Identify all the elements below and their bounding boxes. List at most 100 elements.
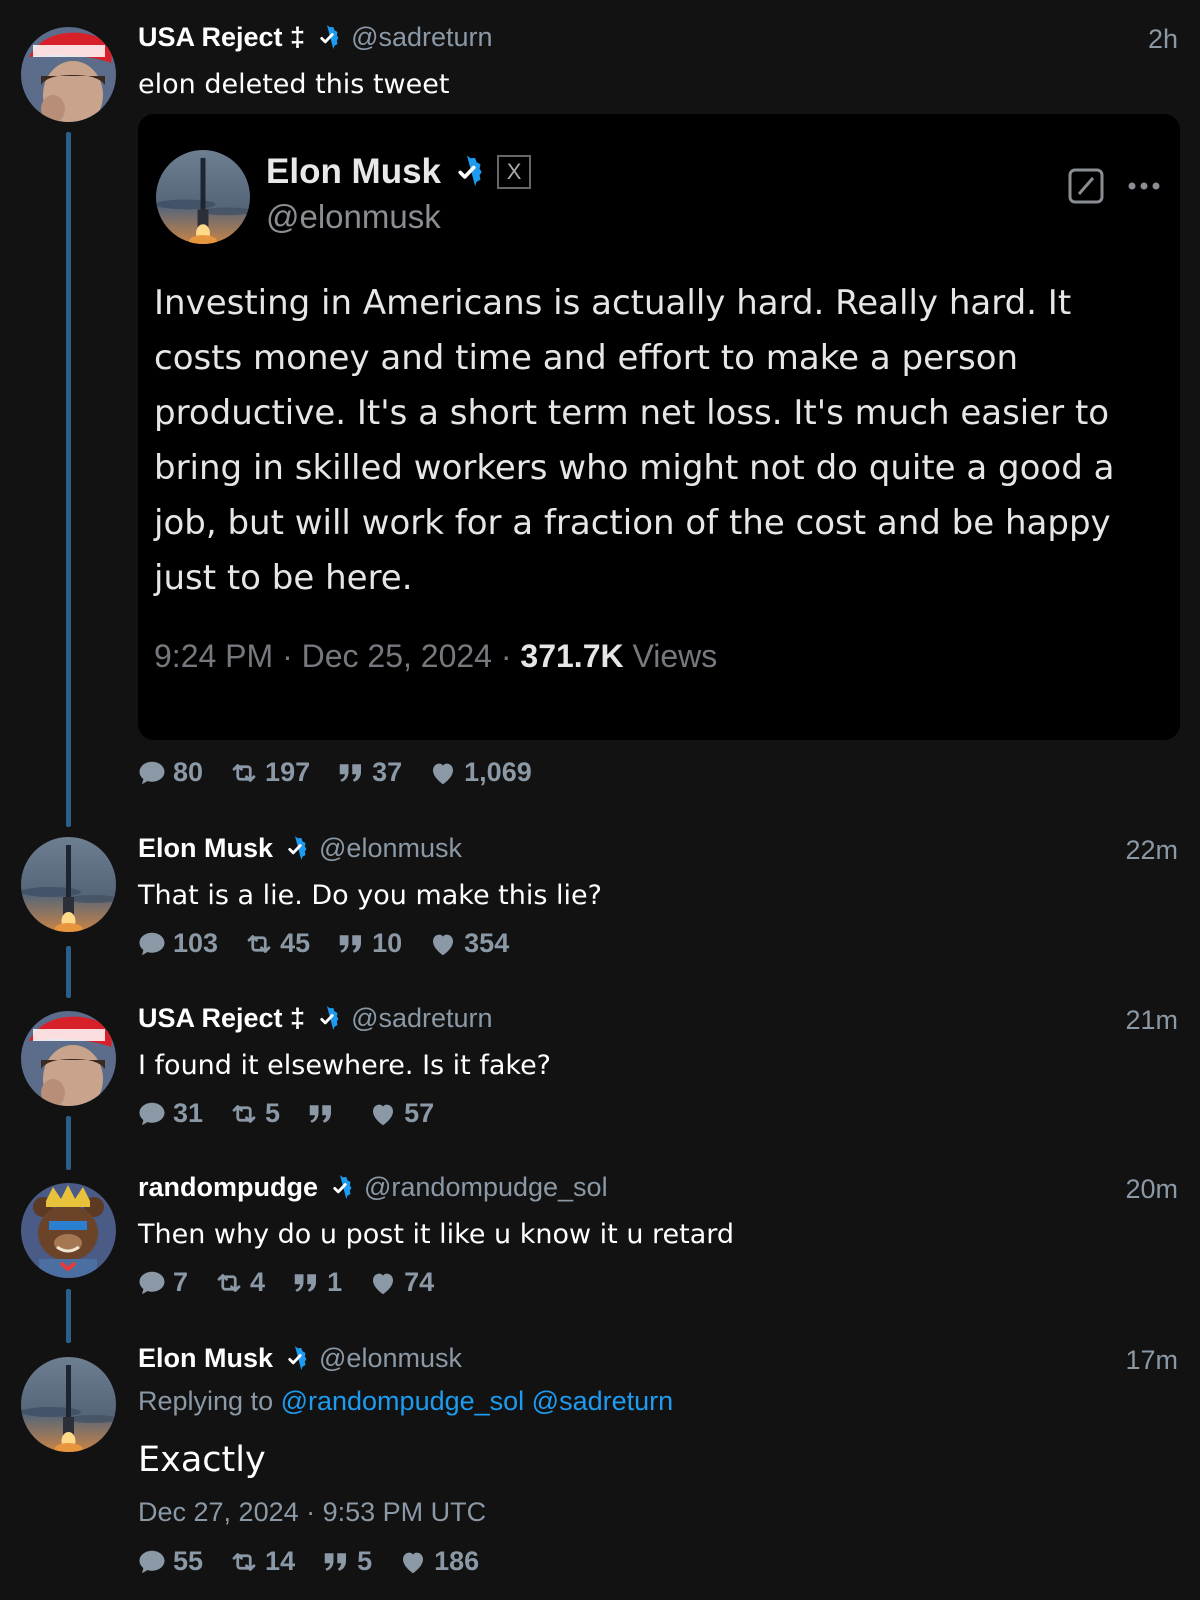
- tweet-header: Elon Musk @elonmusk: [138, 1343, 462, 1374]
- retweet-icon: [229, 758, 259, 788]
- retweet-count: 14: [265, 1546, 296, 1576]
- reply-button[interactable]: 80: [137, 757, 203, 788]
- tweet-focused[interactable]: Elon Musk @elonmusk 17m Replying to @ran…: [0, 1330, 1200, 1600]
- quote-button[interactable]: 5: [321, 1546, 372, 1577]
- tweet-stats: 80 197 37 1,069: [137, 757, 558, 788]
- like-button[interactable]: 186: [398, 1546, 479, 1577]
- like-count: 1,069: [464, 757, 532, 787]
- mention-link[interactable]: @randompudge_sol: [281, 1386, 525, 1416]
- timestamp[interactable]: 21m: [1125, 1005, 1178, 1036]
- display-name[interactable]: Elon Musk: [138, 833, 273, 864]
- retweet-icon: [214, 1268, 244, 1298]
- tweet-date[interactable]: Dec 27, 2024 · 9:53 PM UTC: [138, 1497, 486, 1528]
- embed-username: @elonmusk: [266, 198, 441, 235]
- username[interactable]: @elonmusk: [319, 1343, 462, 1374]
- username[interactable]: @randompudge_sol: [364, 1172, 608, 1203]
- verified-icon: [313, 24, 341, 52]
- quote-count: 37: [372, 757, 403, 787]
- like-button[interactable]: 1,069: [428, 757, 532, 788]
- like-button[interactable]: 74: [368, 1267, 434, 1298]
- username[interactable]: @sadreturn: [351, 1003, 492, 1034]
- like-icon: [428, 758, 458, 788]
- embed-toolbar: [1068, 168, 1162, 204]
- retweet-button[interactable]: 4: [214, 1267, 265, 1298]
- replying-prefix: Replying to: [138, 1386, 281, 1416]
- retweet-icon: [229, 1099, 259, 1129]
- starship-avatar[interactable]: [21, 1357, 116, 1452]
- retweet-count: 45: [280, 928, 311, 958]
- quote-button[interactable]: 37: [336, 757, 402, 788]
- maga-hat-avatar[interactable]: [21, 27, 116, 122]
- verified-icon: [326, 1174, 354, 1202]
- quote-icon: [291, 1268, 321, 1298]
- reply-button[interactable]: 31: [137, 1098, 203, 1129]
- tweet-stats: 7 4 1 74: [137, 1267, 460, 1298]
- quote-button[interactable]: 1: [291, 1267, 342, 1298]
- like-icon: [368, 1268, 398, 1298]
- like-count: 74: [404, 1267, 435, 1297]
- timestamp[interactable]: 22m: [1125, 835, 1178, 866]
- retweet-button[interactable]: 45: [244, 928, 310, 959]
- tweet-header: USA Reject ‡ @sadreturn: [138, 1003, 493, 1034]
- embed-meta: 9:24 PM · Dec 25, 2024 · 371.7K Views: [154, 638, 717, 675]
- username[interactable]: @elonmusk: [319, 833, 462, 864]
- embed-views-count: 371.7K: [520, 638, 624, 674]
- tweet[interactable]: Elon Musk @elonmusk 22m That is a lie. D…: [0, 820, 1200, 990]
- display-name[interactable]: USA Reject ‡: [138, 22, 305, 53]
- more-icon: [1128, 182, 1160, 190]
- tweet[interactable]: USA Reject ‡ @sadreturn 21m I found it e…: [0, 990, 1200, 1160]
- reply-count: 7: [173, 1267, 189, 1297]
- reply-count: 55: [173, 1546, 204, 1576]
- quote-count: 1: [327, 1267, 343, 1297]
- embed-date: 9:24 PM · Dec 25, 2024 ·: [154, 638, 521, 674]
- retweet-count: 4: [250, 1267, 266, 1297]
- embed-display-name: Elon Musk X: [266, 152, 532, 192]
- tweet-stats: 55 14 5 186: [137, 1546, 505, 1577]
- quote-icon: [336, 929, 366, 959]
- display-name[interactable]: randompudge: [138, 1172, 318, 1203]
- retweet-button[interactable]: 14: [229, 1546, 295, 1577]
- retweet-icon: [244, 929, 274, 959]
- quote-button[interactable]: [306, 1099, 342, 1129]
- quote-button[interactable]: 10: [336, 928, 402, 959]
- embedded-screenshot[interactable]: Elon Musk X @elonmusk Investing in Ameri…: [138, 114, 1180, 740]
- tweet-text: elon deleted this tweet: [138, 69, 450, 100]
- verified-icon: [313, 1005, 341, 1033]
- tweet[interactable]: USA Reject ‡ @sadreturn 2h elon deleted …: [0, 0, 1200, 820]
- reply-icon: [137, 1547, 167, 1577]
- retweet-button[interactable]: 5: [229, 1098, 280, 1129]
- quote-icon: [336, 758, 366, 788]
- timestamp[interactable]: 20m: [1125, 1174, 1178, 1205]
- bear-king-avatar[interactable]: [21, 1183, 116, 1278]
- reply-button[interactable]: 7: [137, 1267, 188, 1298]
- tweet-header: USA Reject ‡ @sadreturn: [138, 22, 493, 53]
- timestamp[interactable]: 17m: [1125, 1345, 1178, 1376]
- username[interactable]: @sadreturn: [351, 22, 492, 53]
- reply-icon: [137, 758, 167, 788]
- reply-button[interactable]: 55: [137, 1546, 203, 1577]
- like-button[interactable]: 354: [428, 928, 509, 959]
- like-icon: [428, 929, 458, 959]
- mention-link[interactable]: @sadreturn: [524, 1386, 673, 1416]
- like-icon: [368, 1099, 398, 1129]
- display-name[interactable]: USA Reject ‡: [138, 1003, 305, 1034]
- reply-icon: [137, 929, 167, 959]
- retweet-count: 197: [265, 757, 311, 787]
- like-button[interactable]: 57: [368, 1098, 434, 1129]
- x-logo-icon: X: [497, 155, 532, 189]
- like-count: 186: [434, 1546, 480, 1576]
- display-name[interactable]: Elon Musk: [138, 1343, 273, 1374]
- embed-views-label: Views: [623, 638, 718, 674]
- starship-avatar[interactable]: [21, 837, 116, 932]
- timestamp[interactable]: 2h: [1148, 24, 1178, 55]
- edit-icon: [1068, 168, 1104, 204]
- tweet[interactable]: randompudge @randompudge_sol 20m Then wh…: [0, 1160, 1200, 1330]
- retweet-button[interactable]: 197: [229, 757, 310, 788]
- maga-hat-avatar[interactable]: [21, 1011, 116, 1106]
- reply-button[interactable]: 103: [137, 928, 218, 959]
- tweet-text: Exactly: [138, 1440, 266, 1480]
- tweet-text: That is a lie. Do you make this lie?: [138, 880, 602, 911]
- reply-count: 103: [173, 928, 219, 958]
- verified-icon: [449, 154, 485, 190]
- tweet-text: Then why do u post it like u know it u r…: [138, 1219, 735, 1250]
